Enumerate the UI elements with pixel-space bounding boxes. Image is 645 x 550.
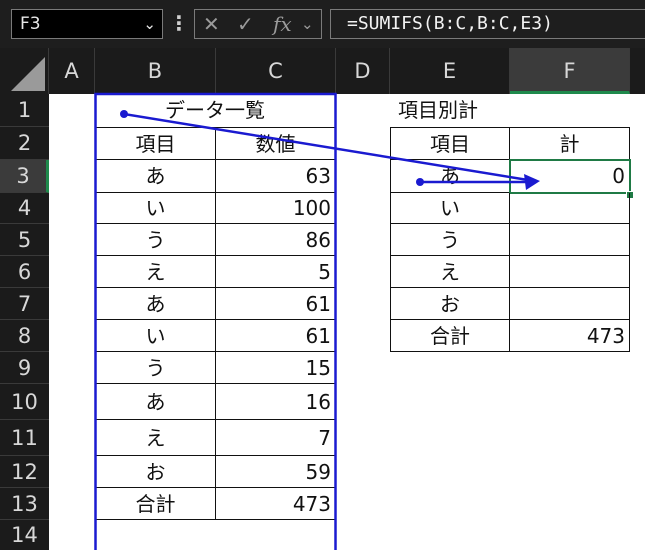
left-total-value[interactable]: 473 [216, 488, 336, 520]
column-header-g[interactable] [630, 48, 645, 94]
row-header-11[interactable]: 11 [0, 420, 49, 456]
selected-cell-f3[interactable]: 0 [509, 159, 631, 194]
formula-controls: ✕ ✓ fx ⌄ [194, 9, 322, 39]
left-item-cell[interactable]: え [95, 420, 216, 456]
row-header-13[interactable]: 13 [0, 488, 49, 520]
row-header-10[interactable]: 10 [0, 384, 49, 420]
row-header-14[interactable]: 14 [0, 520, 49, 550]
left-value-cell[interactable]: 5 [216, 256, 336, 288]
left-header-value[interactable]: 数値 [216, 127, 336, 160]
row-header-5[interactable]: 5 [0, 224, 49, 256]
worksheet-grid[interactable]: データ一覧 項目 数値 あ 63 い 100 う 86 え 5 あ 61 い 6… [49, 94, 645, 550]
right-total-value[interactable]: 473 [510, 320, 630, 352]
column-header-b[interactable]: B [95, 48, 216, 94]
row-header-column: 1 2 3 4 5 6 7 8 9 10 11 12 13 14 [0, 94, 49, 550]
row-header-3[interactable]: 3 [0, 160, 49, 193]
left-item-cell[interactable]: あ [95, 160, 216, 193]
chevron-down-icon[interactable]: ⌄ [143, 10, 156, 38]
left-value-cell[interactable]: 61 [216, 288, 336, 320]
left-item-cell[interactable]: い [95, 320, 216, 352]
row-header-1[interactable]: 1 [0, 94, 49, 127]
left-item-cell[interactable]: あ [95, 288, 216, 320]
column-header-d[interactable]: D [336, 48, 390, 94]
check-icon[interactable]: ✓ [237, 10, 254, 38]
name-box[interactable]: F3 ⌄ [11, 9, 163, 39]
right-value-cell[interactable] [510, 193, 630, 224]
left-item-cell[interactable]: え [95, 256, 216, 288]
name-box-value: F3 [20, 14, 41, 34]
column-header-f[interactable]: F [510, 48, 630, 94]
left-total-label[interactable]: 合計 [95, 488, 216, 520]
left-value-cell[interactable]: 7 [216, 420, 336, 456]
right-item-cell[interactable]: う [390, 224, 510, 256]
left-item-cell[interactable]: あ [95, 384, 216, 420]
row-header-8[interactable]: 8 [0, 320, 49, 352]
left-value-cell[interactable]: 100 [216, 193, 336, 224]
right-header-value[interactable]: 計 [510, 127, 630, 160]
x-icon[interactable]: ✕ [203, 10, 220, 38]
left-value-cell[interactable]: 59 [216, 456, 336, 488]
chevron-down-icon[interactable]: ⌄ [301, 10, 314, 38]
left-header-item[interactable]: 項目 [95, 127, 216, 160]
left-value-cell[interactable]: 16 [216, 384, 336, 420]
left-value-cell[interactable]: 86 [216, 224, 336, 256]
formula-bar: F3 ⌄ ⋮ ✕ ✓ fx ⌄ =SUMIFS(B:C,B:C,E3) [0, 0, 645, 48]
column-header-a[interactable]: A [49, 48, 95, 94]
fx-icon[interactable]: fx [273, 10, 292, 38]
column-header-c[interactable]: C [216, 48, 336, 94]
row-header-2[interactable]: 2 [0, 127, 49, 160]
more-options-icon[interactable]: ⋮ [169, 9, 189, 39]
row-header-9[interactable]: 9 [0, 352, 49, 384]
left-table-title[interactable]: データ一覧 [95, 94, 335, 127]
row-header-4[interactable]: 4 [0, 193, 49, 224]
left-item-cell[interactable]: う [95, 352, 216, 384]
left-value-cell[interactable]: 15 [216, 352, 336, 384]
right-total-label[interactable]: 合計 [390, 320, 510, 352]
right-header-item[interactable]: 項目 [390, 127, 510, 160]
right-value-cell[interactable] [510, 288, 630, 320]
formula-input[interactable]: =SUMIFS(B:C,B:C,E3) [330, 9, 645, 39]
row-header-7[interactable]: 7 [0, 288, 49, 320]
right-item-cell[interactable]: あ [390, 160, 510, 193]
right-value-cell[interactable] [510, 224, 630, 256]
left-item-cell[interactable]: う [95, 224, 216, 256]
row-header-12[interactable]: 12 [0, 456, 49, 488]
left-item-cell[interactable]: い [95, 193, 216, 224]
right-value-cell[interactable] [510, 256, 630, 288]
left-value-cell[interactable]: 63 [216, 160, 336, 193]
select-all-corner[interactable] [0, 48, 49, 94]
column-header-e[interactable]: E [390, 48, 510, 94]
left-item-cell[interactable]: お [95, 456, 216, 488]
right-item-cell[interactable]: お [390, 288, 510, 320]
column-header-row: A B C D E F [0, 48, 645, 94]
right-item-cell[interactable]: え [390, 256, 510, 288]
right-item-cell[interactable]: い [390, 193, 510, 224]
left-value-cell[interactable]: 61 [216, 320, 336, 352]
right-table-title[interactable]: 項目別計 [394, 94, 594, 127]
row-header-6[interactable]: 6 [0, 256, 49, 288]
